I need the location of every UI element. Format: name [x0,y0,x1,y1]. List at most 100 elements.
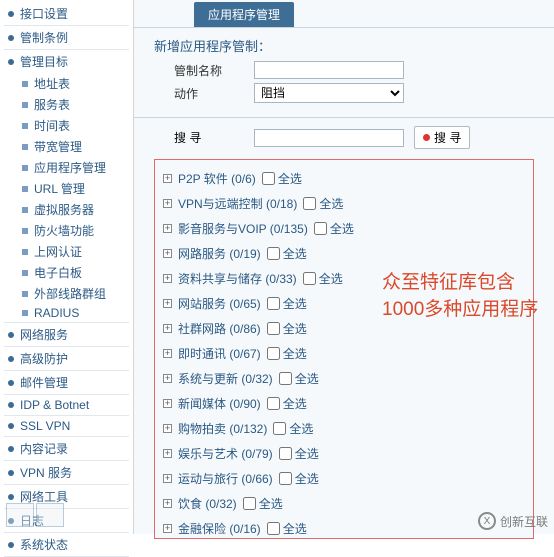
square-icon [22,186,28,192]
bullet-icon [8,59,14,65]
sidebar-item-interface[interactable]: 接口设置 [0,2,133,25]
expand-icon[interactable]: + [163,499,172,508]
category-row: +资料共享与储存 (0/33)全选 [161,266,527,291]
sidebar-sub-firewall[interactable]: 防火墙功能 [0,220,133,241]
select-all-label: 全选 [283,520,307,537]
sidebar-sub-address[interactable]: 地址表 [0,73,133,94]
sidebar-item-mail[interactable]: 邮件管理 [0,371,133,394]
category-select-all-checkbox[interactable] [267,297,280,310]
sidebar-item-sysstatus[interactable]: 系统状态 [0,533,133,556]
sidebar-item-rules[interactable]: 管制条例 [0,26,133,49]
category-name[interactable]: 金融保险 (0/16) [178,520,261,537]
expand-icon[interactable]: + [163,449,172,458]
sidebar-item-sslvpn[interactable]: SSL VPN [0,416,133,436]
category-select-all-checkbox[interactable] [262,172,275,185]
category-select-all-checkbox[interactable] [279,372,292,385]
sidebar-sub-auth[interactable]: 上网认证 [0,241,133,262]
square-icon [22,207,28,213]
category-name[interactable]: 饮食 (0/32) [178,495,237,512]
bullet-icon [8,470,14,476]
select-all-label: 全选 [319,195,343,212]
watermark: X 创新互联 [478,512,548,530]
category-name[interactable]: 购物拍卖 (0/132) [178,420,267,437]
category-name[interactable]: 系统与更新 (0/32) [178,370,273,387]
category-name[interactable]: 娱乐与艺术 (0/79) [178,445,273,462]
category-row: +网站服务 (0/65)全选 [161,291,527,316]
expand-icon[interactable]: + [163,349,172,358]
sidebar-item-vpn[interactable]: VPN 服务 [0,461,133,484]
watermark-logo-icon: X [478,512,496,530]
expand-icon[interactable]: + [163,424,172,433]
category-name[interactable]: VPN与远端控制 (0/18) [178,195,297,212]
sidebar-sub-whiteboard[interactable]: 电子白板 [0,262,133,283]
sidebar-sub-bandwidth[interactable]: 带宽管理 [0,136,133,157]
input-search[interactable] [254,129,404,147]
expand-icon[interactable]: + [163,524,172,533]
expand-icon[interactable]: + [163,399,172,408]
select-action[interactable]: 阻挡 [254,83,404,103]
tab-app-management[interactable]: 应用程序管理 [194,2,294,27]
select-all-label: 全选 [330,220,354,237]
form-block: 新增应用程序管制： 管制名称 动作 阻挡 [134,28,554,111]
category-select-all-checkbox[interactable] [267,397,280,410]
category-select-all-checkbox[interactable] [243,497,256,510]
expand-icon[interactable]: + [163,249,172,258]
expand-icon[interactable]: + [163,374,172,383]
category-select-all-checkbox[interactable] [273,422,286,435]
category-select-all-checkbox[interactable] [314,222,327,235]
category-row: + 影音服务与VOIP (0/135) 全选 [161,216,527,241]
category-row: +运动与旅行 (0/66)全选 [161,466,527,491]
category-name[interactable]: 即时通讯 (0/67) [178,345,261,362]
category-select-all-checkbox[interactable] [303,272,316,285]
search-button[interactable]: 搜 寻 [414,126,470,149]
category-select-all-checkbox[interactable] [267,347,280,360]
sidebar-item-netservice[interactable]: 网络服务 [0,323,133,346]
category-select-all-checkbox[interactable] [267,247,280,260]
sidebar-item-idp[interactable]: IDP & Botnet [0,395,133,415]
sidebar-sub-ext-group[interactable]: 外部线路群组 [0,283,133,304]
category-name[interactable]: 网站服务 (0/65) [178,295,261,312]
category-box: + P2P 软件 (0/6) 全选 + VPN与远端控制 (0/18) 全选 + 影音服务与V… [154,159,534,539]
label-control-name: 管制名称 [154,62,254,79]
category-select-all-checkbox[interactable] [279,447,292,460]
expand-icon[interactable]: + [163,274,172,283]
sidebar-sub-schedule[interactable]: 时间表 [0,115,133,136]
square-icon [22,102,28,108]
category-name[interactable]: 网路服务 (0/19) [178,245,261,262]
sidebar-item-targets[interactable]: 管理目标 [0,50,133,73]
category-name[interactable]: P2P 软件 (0/6) [178,170,256,187]
expand-icon[interactable]: + [163,199,172,208]
category-row: + VPN与远端控制 (0/18) 全选 [161,191,527,216]
expand-icon[interactable]: + [163,174,172,183]
expand-icon[interactable]: + [163,299,172,308]
label-search: 搜 寻 [154,129,254,146]
expand-icon[interactable]: + [163,474,172,483]
sidebar-sub-app-mgmt[interactable]: 应用程序管理 [0,157,133,178]
sidebar-sub-services[interactable]: 服务表 [0,94,133,115]
category-name[interactable]: 社群网路 (0/86) [178,320,261,337]
sidebar-item-advprot[interactable]: 高级防护 [0,347,133,370]
sidebar-sub-radius[interactable]: RADIUS [0,304,133,322]
input-control-name[interactable] [254,61,404,79]
category-row: +系统与更新 (0/32)全选 [161,366,527,391]
category-name[interactable]: 新闻媒体 (0/90) [178,395,261,412]
category-select-all-checkbox[interactable] [267,322,280,335]
category-select-all-checkbox[interactable] [267,522,280,535]
select-all-label: 全选 [295,445,319,462]
category-select-all-checkbox[interactable] [303,197,316,210]
category-name[interactable]: 影音服务与VOIP (0/135) [178,220,308,237]
sidebar: 接口设置 管制条例 管理目标 地址表 服务表 时间表 带宽管理 应用程序管理 U… [0,0,134,534]
bullet-icon [8,423,14,429]
expand-icon[interactable]: + [163,324,172,333]
sidebar-sub-url[interactable]: URL 管理 [0,178,133,199]
category-row: + 娱乐与艺术 (0/79) 全选 [161,441,527,466]
square-icon [22,291,28,297]
select-all-label: 全选 [283,320,307,337]
expand-icon[interactable]: + [163,224,172,233]
category-select-all-checkbox[interactable] [279,472,292,485]
sidebar-sub-virtual-server[interactable]: 虚拟服务器 [0,199,133,220]
category-name[interactable]: 资料共享与储存 (0/33) [178,270,297,287]
category-name[interactable]: 运动与旅行 (0/66) [178,470,273,487]
category-row: +新闻媒体 (0/90)全选 [161,391,527,416]
sidebar-item-contentlog[interactable]: 内容记录 [0,437,133,460]
